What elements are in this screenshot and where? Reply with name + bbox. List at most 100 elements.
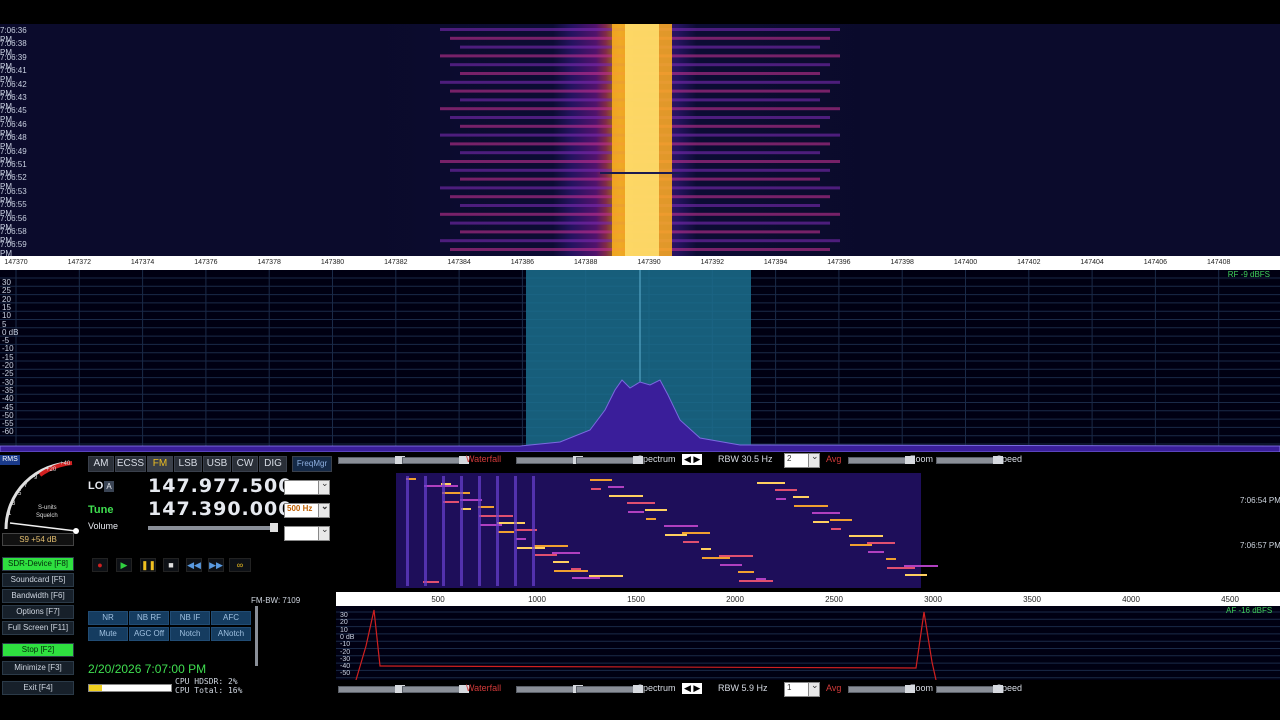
frequency-tick-label: 147400 <box>953 259 978 266</box>
fm-bandwidth-readout: FM-BW: 7109 <box>251 596 301 605</box>
af-rbw-label: RBW 5.9 Hz <box>718 683 768 693</box>
af-db-tick-label: 0 dB <box>340 633 355 641</box>
af-waterfall[interactable] <box>336 468 1280 592</box>
play-icon[interactable]: ▶ <box>116 558 132 572</box>
mode-cw-button[interactable]: CW <box>232 456 258 472</box>
rf-spectrum[interactable] <box>0 270 1280 452</box>
squelch-label: Squelch <box>36 513 58 519</box>
lo-frequency-display[interactable]: 147.977.500 <box>148 475 292 497</box>
af-spectrum[interactable] <box>336 606 1280 680</box>
nr-button[interactable]: NR <box>88 611 128 625</box>
af-waterfall-time-2: 7:06:57 PM <box>1240 541 1280 550</box>
lo-select[interactable] <box>284 478 330 495</box>
bandwidth-button[interactable]: Bandwidth [F6] <box>2 589 74 603</box>
rf-waterfall-slider-1[interactable] <box>338 456 405 464</box>
rf-rbw-arrows[interactable]: ◀ ▶ <box>682 454 703 465</box>
rf-waterfall[interactable] <box>0 24 1280 256</box>
stop-icon[interactable]: ■ <box>163 558 179 572</box>
fast-forward-icon[interactable]: ▶▶ <box>208 558 224 572</box>
af-db-tick-label: 30 <box>340 612 348 619</box>
frequency-tick-label: 147372 <box>67 259 91 266</box>
soundcard-button[interactable]: Soundcard [F5] <box>2 573 74 587</box>
stop-button[interactable]: Stop [F2] <box>2 643 74 657</box>
mode-ecss-button[interactable]: ECSS <box>115 456 146 472</box>
anotch-button[interactable]: ANotch <box>211 627 251 641</box>
mode-dig-button[interactable]: DIG <box>259 456 287 472</box>
af-frequency-ruler[interactable]: 500 1000 1500 2000 2500 3000 3500 4000 4500 <box>336 592 1280 606</box>
freqmgr-button[interactable]: FreqMgr <box>292 456 332 472</box>
cpu-total-readout: CPU Total: 16% <box>175 686 243 695</box>
rf-zoom-label: Zoom <box>910 454 934 464</box>
exit-button[interactable]: Exit [F4] <box>2 681 74 695</box>
tune-frequency-display[interactable]: 147.390.000 <box>148 498 292 520</box>
smeter-reading: S9 +54 dB <box>2 533 74 546</box>
smeter-mark-7: 7 <box>24 483 28 489</box>
record-icon[interactable]: ● <box>92 558 108 572</box>
smeter-mark-1: 1 <box>8 511 12 517</box>
tune-step-select[interactable]: 500 Hz <box>284 501 330 518</box>
rms-button[interactable]: RMS <box>0 455 20 465</box>
minimize-button[interactable]: Minimize [F3] <box>2 661 74 675</box>
rewind-icon[interactable]: ◀◀ <box>186 558 202 572</box>
smeter-mark-9: 9 <box>34 475 38 481</box>
rf-avg-label: Avg <box>826 454 842 464</box>
rf-spectrum-slider-1[interactable] <box>576 456 643 464</box>
volume-slider-thumb[interactable] <box>270 523 278 532</box>
rf-waterfall-label: Waterfall <box>466 454 502 464</box>
options-button[interactable]: Options [F7] <box>2 605 74 619</box>
frequency-tick-label: 147386 <box>510 259 535 266</box>
rf-display-toolbar: Waterfall Spectrum ◀ ▶ RBW 30.5 Hz 2 Avg… <box>336 451 1280 468</box>
volume-slider[interactable] <box>148 526 276 530</box>
af-db-tick-label: -20 <box>340 648 351 656</box>
af-waterfall-time-1: 7:06:54 PM <box>1240 496 1280 505</box>
frequency-tick-label: 147390 <box>637 259 661 266</box>
frequency-tick-label: 147392 <box>700 259 724 266</box>
cpu-meter-fill <box>89 685 103 691</box>
lo-label: LO <box>88 480 104 492</box>
smeter-mark-20: +20 <box>46 467 57 473</box>
af-rbw-arrows[interactable]: ◀ ▶ <box>682 683 703 694</box>
af-frequency-tick-label: 2000 <box>726 595 744 604</box>
mode-lsb-button[interactable]: LSB <box>174 456 202 472</box>
sdr-device-button[interactable]: SDR-Device [F8] <box>2 557 74 571</box>
s-meter: RMS +40 +20 9 7 5 3 1 S-units Squelch S9… <box>0 455 80 546</box>
pause-icon[interactable]: ❚❚ <box>140 558 156 572</box>
rf-waterfall-slider-2[interactable] <box>402 456 469 464</box>
mode-usb-button[interactable]: USB <box>203 456 231 472</box>
af-frequency-tick-label: 1500 <box>627 595 645 604</box>
frequency-tick-label: 147402 <box>1017 259 1041 266</box>
mute-button[interactable]: Mute <box>88 627 128 641</box>
nb-rf-button[interactable]: NB RF <box>129 611 169 625</box>
af-zoom-slider[interactable] <box>936 685 1003 693</box>
af-spectrum-slider-1[interactable] <box>576 685 643 693</box>
af-waterfall-slider-3[interactable] <box>516 685 583 693</box>
db-tick-label: -60 <box>2 427 14 437</box>
full-screen-button[interactable]: Full Screen [F11] <box>2 621 74 635</box>
rf-avg-slider[interactable] <box>848 456 915 464</box>
nb-if-button[interactable]: NB IF <box>170 611 210 625</box>
af-avg-slider[interactable] <box>848 685 915 693</box>
loop-icon[interactable]: ∞ <box>229 558 251 572</box>
datetime-display: 2/20/2026 7:07:00 PM <box>88 662 207 676</box>
af-gain-slider[interactable] <box>255 606 258 666</box>
af-waterfall-slider-1[interactable] <box>338 685 405 693</box>
rf-waterfall-slider-3[interactable] <box>516 456 583 464</box>
af-waterfall-label: Waterfall <box>466 683 502 693</box>
mode-fm-button[interactable]: FM <box>147 456 173 472</box>
af-waterfall-slider-2[interactable] <box>402 685 469 693</box>
af-avg-select[interactable]: 1 <box>784 680 820 697</box>
rf-zoom-slider[interactable] <box>936 456 1003 464</box>
lo-a-badge[interactable]: A <box>104 481 114 492</box>
rf-frequency-ruler[interactable]: 147370 147372 147374 147376 147378 147380 1473… <box>0 256 1280 270</box>
smeter-units-label: S-units <box>38 505 57 511</box>
tune-label: Tune <box>88 504 114 516</box>
rf-avg-select[interactable]: 2 <box>784 451 820 468</box>
volume-select[interactable] <box>284 524 330 541</box>
af-zoom-label: Zoom <box>910 683 934 693</box>
af-db-tick-label: 10 <box>340 626 348 634</box>
af-db-tick-label: -50 <box>340 670 351 678</box>
afc-button[interactable]: AFC <box>211 611 251 625</box>
agc-off-button[interactable]: AGC Off <box>129 627 169 641</box>
notch-button[interactable]: Notch <box>170 627 210 641</box>
mode-am-button[interactable]: AM <box>88 456 114 472</box>
